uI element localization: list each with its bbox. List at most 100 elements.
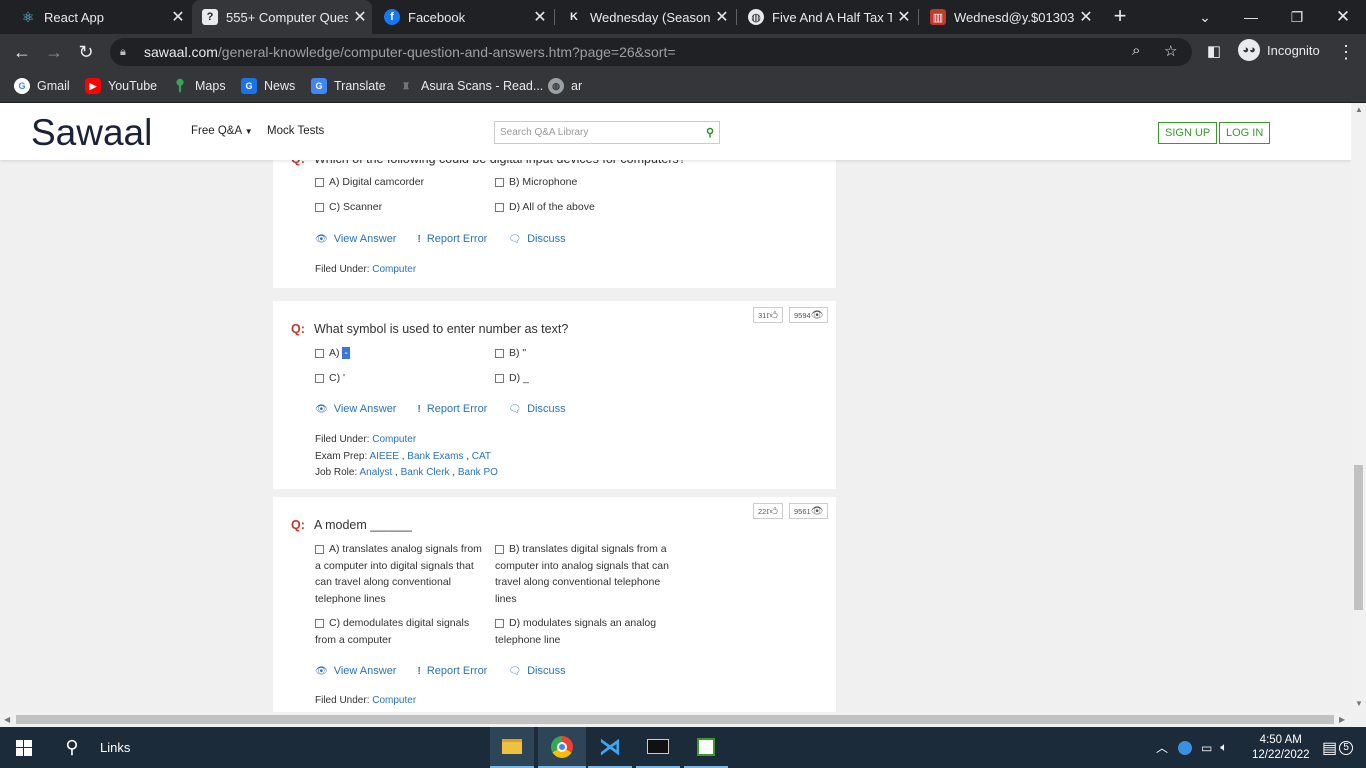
option-a[interactable]: A) translates analog signals from a comp… <box>315 541 487 607</box>
report-error-link[interactable]: ! Report Error <box>417 665 487 677</box>
option-d[interactable]: D) _ <box>495 370 665 387</box>
bookmark-asura[interactable]: ♜ Asura Scans - Read... <box>398 76 543 96</box>
tab-wednesday-movie[interactable]: ▥ Wednesd@y.$01303.7 ✕ <box>920 0 1098 34</box>
windows-start-icon[interactable] <box>0 727 48 768</box>
option-b[interactable]: B) Microphone <box>495 174 665 191</box>
discuss-link[interactable]: 🗨︎ Discuss <box>508 233 565 245</box>
scroll-left-icon[interactable]: ◀ <box>4 715 10 724</box>
category-link[interactable]: Computer <box>372 434 416 445</box>
option-c[interactable]: C) Scanner <box>315 199 485 216</box>
category-link[interactable]: Computer <box>372 695 416 706</box>
close-tab-icon[interactable]: ✕ <box>710 7 734 27</box>
tab-facebook[interactable]: f Facebook ✕ <box>374 0 552 34</box>
tab-sawaal[interactable]: ? 555+ Computer Quest ✕ <box>192 0 372 34</box>
bookmark-youtube[interactable]: ▶ YouTube <box>85 76 157 96</box>
search-icon[interactable]: ⚲ <box>706 126 714 139</box>
scrollbar-thumb[interactable] <box>1354 465 1363 610</box>
exam-link[interactable]: AIEEE <box>369 451 398 462</box>
search-label[interactable]: Links <box>100 727 130 768</box>
reload-icon[interactable]: ↻ <box>74 40 98 64</box>
view-answer-link[interactable]: 👁︎ View Answer <box>315 233 396 245</box>
option-checkbox[interactable] <box>495 374 504 383</box>
bookmark-gmail[interactable]: G Gmail <box>14 76 70 96</box>
likes-badge[interactable]: 22 👍︎ <box>753 503 783 519</box>
option-a[interactable]: A) - <box>315 345 485 362</box>
close-tab-icon[interactable]: ✕ <box>348 7 372 27</box>
view-answer-link[interactable]: 👁︎ View Answer <box>315 665 396 677</box>
bookmark-ar[interactable]: ◍ ar <box>548 76 582 96</box>
terminal-icon[interactable] <box>636 727 680 768</box>
close-tab-icon[interactable]: ✕ <box>166 7 190 27</box>
option-checkbox[interactable] <box>495 349 504 358</box>
option-checkbox[interactable] <box>315 349 324 358</box>
search-input[interactable]: Search Q&A Library ⚲ <box>494 121 720 144</box>
report-error-link[interactable]: ! Report Error <box>417 403 487 415</box>
option-d[interactable]: D) All of the above <box>495 199 665 216</box>
option-c[interactable]: C) demodulates digital signals from a co… <box>315 615 485 648</box>
option-checkbox[interactable] <box>315 545 324 554</box>
close-tab-icon[interactable]: ✕ <box>528 7 552 27</box>
tab-wednesday[interactable]: K Wednesday (Season 1 ✕ <box>556 0 734 34</box>
vertical-scrollbar[interactable]: ▲ ▼ <box>1351 103 1366 712</box>
bookmark-maps[interactable]: 📍︎ Maps <box>172 76 226 96</box>
task-manager-icon[interactable] <box>684 727 728 768</box>
job-link[interactable]: Bank PO <box>458 467 498 478</box>
option-checkbox[interactable] <box>315 619 324 628</box>
bookmark-news[interactable]: G News <box>241 76 295 96</box>
scroll-down-icon[interactable]: ▼ <box>1355 699 1363 708</box>
job-link[interactable]: Bank Clerk <box>401 467 450 478</box>
restore-button[interactable]: ❐ <box>1274 0 1320 34</box>
back-icon[interactable]: ← <box>10 40 34 64</box>
scroll-right-icon[interactable]: ▶ <box>1339 715 1345 724</box>
volume-icon[interactable]: 🔈︎ <box>1220 740 1227 755</box>
side-panel-icon[interactable]: ◧ <box>1202 40 1226 64</box>
close-window-button[interactable]: ✕ <box>1320 0 1366 34</box>
close-tab-icon[interactable]: ✕ <box>1074 7 1098 27</box>
close-tab-icon[interactable]: ✕ <box>892 7 916 27</box>
option-b[interactable]: B) " <box>495 345 665 362</box>
report-error-link[interactable]: ! Report Error <box>417 233 487 245</box>
menu-kebab-icon[interactable]: ⋮ <box>1334 40 1358 64</box>
tab-search-chevron-icon[interactable]: ⌄ <box>1182 0 1228 34</box>
sign-up-button[interactable]: SIGN UP <box>1158 122 1218 144</box>
discuss-link[interactable]: 🗨︎ Discuss <box>508 403 565 415</box>
vscode-icon[interactable]: ⋊ <box>588 727 632 768</box>
forward-icon[interactable]: → <box>42 40 66 64</box>
scroll-up-icon[interactable]: ▲ <box>1355 105 1363 114</box>
mock-tests-link[interactable]: Mock Tests <box>267 125 324 137</box>
chrome-icon[interactable] <box>538 727 586 768</box>
network-icon[interactable]: ▭ <box>1201 741 1212 755</box>
option-checkbox[interactable] <box>495 619 504 628</box>
discuss-link[interactable]: 🗨︎ Discuss <box>508 665 565 677</box>
option-a[interactable]: A) Digital camcorder <box>315 174 485 191</box>
minimize-button[interactable]: — <box>1228 0 1274 34</box>
onedrive-icon[interactable] <box>1178 740 1193 755</box>
view-answer-link[interactable]: 👁︎ View Answer <box>315 403 396 415</box>
bookmark-star-icon[interactable]: ☆ <box>1164 42 1177 60</box>
clock[interactable]: 4:50 AM 12/22/2022 <box>1252 727 1310 768</box>
incognito-indicator[interactable]: ◕◕ Incognito <box>1232 39 1326 61</box>
option-checkbox[interactable] <box>495 178 504 187</box>
chevron-up-icon[interactable]: ︿ <box>1156 739 1168 756</box>
option-checkbox[interactable] <box>315 374 324 383</box>
option-d[interactable]: D) modulates signals an analog telephone… <box>495 615 665 648</box>
exam-link[interactable]: Bank Exams <box>407 451 463 462</box>
option-checkbox[interactable] <box>315 178 324 187</box>
tab-react-app[interactable]: ⚛ React App ✕ <box>10 0 190 34</box>
notification-center-icon[interactable]: ▤ 5 <box>1322 727 1354 768</box>
option-c[interactable]: C) ' <box>315 370 485 387</box>
option-checkbox[interactable] <box>315 203 324 212</box>
new-tab-button[interactable]: + <box>1108 4 1132 28</box>
log-in-button[interactable]: LOG IN <box>1219 122 1271 144</box>
address-bar[interactable]: 🔒︎ sawaal.com/general-knowledge/computer… <box>110 38 1192 66</box>
tab-tax-tips[interactable]: ◍ Five And A Half Tax Tip ✕ <box>738 0 916 34</box>
option-b[interactable]: B) translates digital signals from a com… <box>495 541 675 607</box>
exam-link[interactable]: CAT <box>472 451 491 462</box>
site-logo[interactable]: Sawaal <box>31 112 152 154</box>
search-icon[interactable]: ⚲ <box>56 727 88 768</box>
job-link[interactable]: Analyst <box>359 467 392 478</box>
zoom-icon[interactable]: ⌕ <box>1132 42 1140 59</box>
horizontal-scrollbar[interactable]: ◀ ▶ <box>0 712 1351 727</box>
scrollbar-thumb[interactable] <box>16 715 1334 724</box>
bookmark-translate[interactable]: G Translate <box>311 76 386 96</box>
